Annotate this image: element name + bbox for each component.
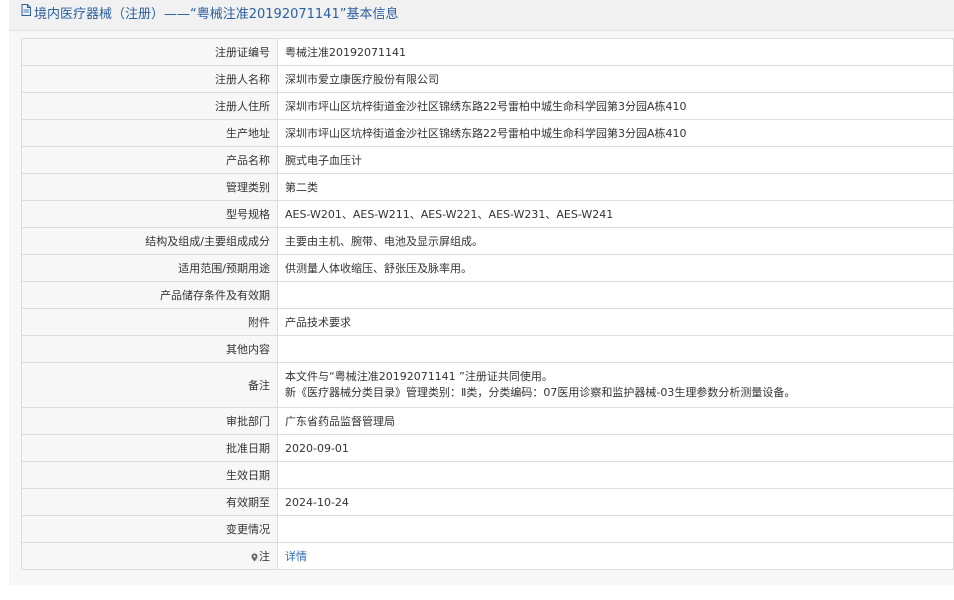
row-label: 型号规格: [21, 200, 278, 228]
details-link[interactable]: 详情: [285, 550, 307, 563]
row-label: 生产地址: [21, 119, 278, 147]
row-label: 结构及组成/主要组成成分: [21, 227, 278, 255]
row-value: 详情: [277, 542, 954, 570]
row-label: 备注: [21, 362, 278, 408]
table-row: 注册证编号 粤械注准20192071141: [21, 38, 954, 66]
row-label: 批准日期: [21, 434, 278, 462]
remark-line: 新《医疗器械分类目录》管理类别：Ⅱ类，分类编码：07医用诊察和监护器械-03生理…: [285, 386, 796, 399]
row-label: 管理类别: [21, 173, 278, 201]
row-value: [277, 335, 954, 363]
row-value: 本文件与“粤械注准20192071141 ”注册证共同使用。 新《医疗器械分类目…: [277, 362, 954, 408]
table-row: 生效日期: [21, 461, 954, 489]
table-row: 产品名称 腕式电子血压计: [21, 146, 954, 174]
table-row: 备注 本文件与“粤械注准20192071141 ”注册证共同使用。 新《医疗器械…: [21, 362, 954, 408]
page-title: 境内医疗器械（注册）——“粤械注准20192071141”基本信息: [34, 7, 399, 22]
row-value: [277, 515, 954, 543]
row-value: 产品技术要求: [277, 308, 954, 336]
table-row: 型号规格 AES-W201、AES-W211、AES-W221、AES-W231…: [21, 200, 954, 228]
map-pin-icon: [251, 552, 258, 561]
table-row: 结构及组成/主要组成成分 主要由主机、腕带、电池及显示屏组成。: [21, 227, 954, 255]
table-row: 有效期至 2024-10-24: [21, 488, 954, 516]
table-row: 变更情况: [21, 515, 954, 543]
remark-line: 本文件与“粤械注准20192071141 ”注册证共同使用。: [285, 370, 553, 383]
table-row: 注册人住所 深圳市坪山区坑梓街道金沙社区锦绣东路22号雷柏中城生命科学园第3分园…: [21, 92, 954, 120]
row-label: 注册人名称: [21, 65, 278, 93]
table-row: 其他内容: [21, 335, 954, 363]
row-value: 广东省药品监督管理局: [277, 407, 954, 435]
table-row: 审批部门 广东省药品监督管理局: [21, 407, 954, 435]
row-label: 有效期至: [21, 488, 278, 516]
panel-header: 境内医疗器械（注册）——“粤械注准20192071141”基本信息: [9, 0, 954, 31]
row-value: 深圳市坪山区坑梓街道金沙社区锦绣东路22号雷柏中城生命科学园第3分园A栋410: [277, 119, 954, 147]
row-label: 附件: [21, 308, 278, 336]
info-table: 注册证编号 粤械注准20192071141 注册人名称 深圳市爱立康医疗股份有限…: [21, 38, 954, 570]
table-row: 注册人名称 深圳市爱立康医疗股份有限公司: [21, 65, 954, 93]
table-row: 产品储存条件及有效期: [21, 281, 954, 309]
row-label: 适用范围/预期用途: [21, 254, 278, 282]
row-label: 生效日期: [21, 461, 278, 489]
row-value: 供测量人体收缩压、舒张压及脉率用。: [277, 254, 954, 282]
row-value: AES-W201、AES-W211、AES-W221、AES-W231、AES-…: [277, 200, 954, 228]
table-row: 批准日期 2020-09-01: [21, 434, 954, 462]
row-label: 审批部门: [21, 407, 278, 435]
row-label: 注册证编号: [21, 38, 278, 66]
detail-panel: 境内医疗器械（注册）——“粤械注准20192071141”基本信息 注册证编号 …: [9, 0, 954, 585]
row-label: 注册人住所: [21, 92, 278, 120]
row-value: 粤械注准20192071141: [277, 38, 954, 66]
row-value: 深圳市坪山区坑梓街道金沙社区锦绣东路22号雷柏中城生命科学园第3分园A栋410: [277, 92, 954, 120]
table-row: 管理类别 第二类: [21, 173, 954, 201]
row-value: 腕式电子血压计: [277, 146, 954, 174]
table-row: 附件 产品技术要求: [21, 308, 954, 336]
row-value: [277, 281, 954, 309]
document-icon: [21, 0, 31, 28]
row-label: 变更情况: [21, 515, 278, 543]
note-label: 注: [259, 550, 270, 563]
table-row: 生产地址 深圳市坪山区坑梓街道金沙社区锦绣东路22号雷柏中城生命科学园第3分园A…: [21, 119, 954, 147]
row-value: 第二类: [277, 173, 954, 201]
row-label: 注: [21, 542, 278, 570]
row-label: 产品名称: [21, 146, 278, 174]
row-value: 深圳市爱立康医疗股份有限公司: [277, 65, 954, 93]
row-value: [277, 461, 954, 489]
row-value: 2020-09-01: [277, 434, 954, 462]
row-label: 其他内容: [21, 335, 278, 363]
row-value: 2024-10-24: [277, 488, 954, 516]
row-label: 产品储存条件及有效期: [21, 281, 278, 309]
row-value: 主要由主机、腕带、电池及显示屏组成。: [277, 227, 954, 255]
table-row: 适用范围/预期用途 供测量人体收缩压、舒张压及脉率用。: [21, 254, 954, 282]
table-row: 注 详情: [21, 542, 954, 570]
